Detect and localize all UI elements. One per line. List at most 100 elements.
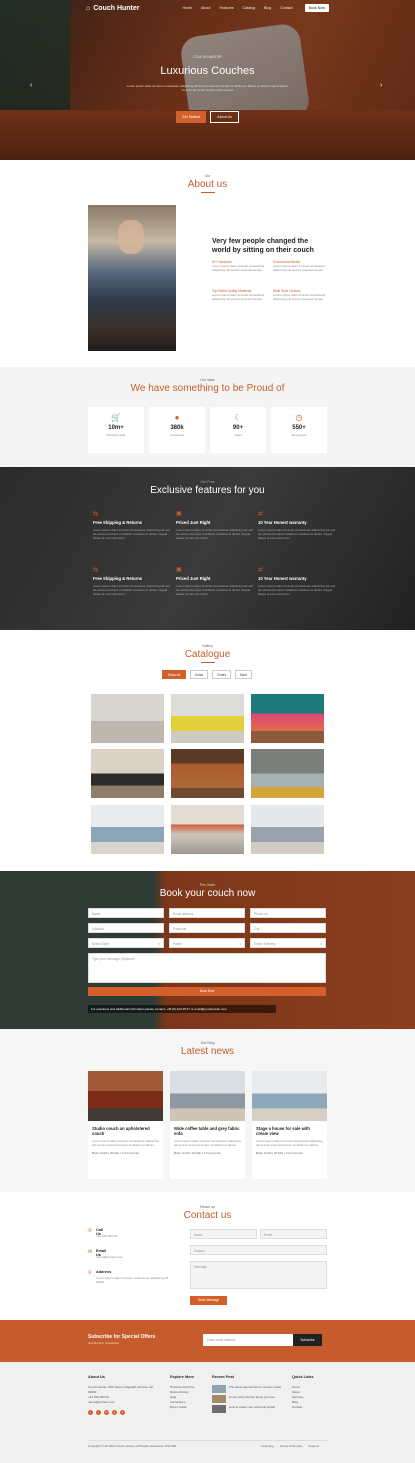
contact-email-field[interactable]: Email: [260, 1229, 327, 1239]
style-select[interactable]: Select Style ▾: [88, 938, 164, 948]
recent-post[interactable]: Home sofa interiors ideas you love: [229, 1395, 275, 1403]
booking-note: For questions and additional information…: [88, 1005, 276, 1013]
address-field[interactable]: Address: [88, 923, 164, 933]
city-field[interactable]: City: [250, 923, 326, 933]
about-item: DIY Hardware Lorem ipsum dolor sit amet c…: [212, 260, 265, 272]
next-arrow-icon[interactable]: ›: [380, 82, 382, 89]
tab-chairs[interactable]: Chairs: [212, 670, 231, 679]
mail-icon: ✉: [88, 1249, 93, 1255]
about-kicker: Our: [204, 174, 211, 178]
hero-kicker: COUCH HUNTER: [193, 55, 222, 59]
footer-link[interactable]: Contact: [292, 1405, 327, 1410]
message-textarea[interactable]: Type your message (Optional): [88, 953, 326, 983]
catalogue-image[interactable]: [171, 805, 244, 854]
email-field[interactable]: Email address: [169, 908, 245, 918]
stat-card: ◷ 550+ Employees: [271, 407, 327, 453]
subscribe-email-input[interactable]: Enter email address: [203, 1334, 293, 1346]
booking-kicker: Pre-Order: [199, 883, 216, 887]
feature-item: ⇆ Free Shipping & Returns Lorem ipsum dolo…: [93, 510, 173, 540]
stat-card: ☾ 90+ Years: [210, 407, 266, 453]
catalogue-image[interactable]: [251, 694, 324, 743]
hero-about-button[interactable]: About Us: [210, 111, 240, 123]
feature-item: ▣ Priced Just Right Lorem ipsum dolor sit …: [176, 510, 256, 540]
tab-show-all[interactable]: Show All: [162, 670, 186, 679]
nav-link-features[interactable]: Features: [219, 6, 233, 10]
slider-dots[interactable]: [198, 150, 218, 168]
stat-card: ● 380k Customers: [149, 407, 205, 453]
news-kicker: Our Blog: [200, 1041, 215, 1045]
book-now-button[interactable]: Book Now: [88, 987, 326, 996]
about-image: [88, 205, 176, 351]
navbar: ⌂ Couch Hunter Home About Features Catalo…: [0, 0, 415, 16]
twitter-icon[interactable]: t: [96, 1410, 101, 1415]
linkedin-icon[interactable]: in: [104, 1410, 109, 1415]
postcode-field[interactable]: Postcode: [169, 923, 245, 933]
dribbble-icon[interactable]: d: [120, 1410, 125, 1415]
tag-icon: ▣: [176, 567, 182, 573]
nav-link-about[interactable]: About: [201, 6, 210, 10]
facebook-icon[interactable]: f: [88, 1410, 93, 1415]
nav-link-home[interactable]: Home: [182, 6, 192, 10]
send-message-button[interactable]: Send Message: [190, 1296, 227, 1305]
subscribe-subtitle: Get Monthly Newsletter: [88, 1341, 120, 1345]
catalogue-title: Catalogue: [184, 649, 231, 660]
contact-name-field[interactable]: Name: [190, 1229, 257, 1239]
news-image: [88, 1071, 163, 1121]
subscribe-title: Subscribe for Special Offers: [88, 1334, 156, 1340]
recent-post[interactable]: The latest approaches to modern sofas: [229, 1385, 281, 1393]
news-image: [170, 1071, 245, 1121]
prev-arrow-icon[interactable]: ‹: [30, 82, 32, 89]
catalogue-image[interactable]: [171, 749, 244, 798]
nav-link-catalog[interactable]: Catalog: [243, 6, 255, 10]
footer-link-terms[interactable]: Terms of Service: [280, 1444, 302, 1448]
name-field[interactable]: Name: [88, 908, 164, 918]
swap-icon: ⇄: [258, 567, 264, 573]
tab-sofas[interactable]: Sofas: [190, 670, 208, 679]
feature-item: ⇄ 10 Year Honest warranty Lorem ipsum dolo…: [258, 566, 338, 596]
catalogue-image[interactable]: [91, 805, 164, 854]
booking-title: Book your couch now: [159, 888, 256, 899]
phone-field[interactable]: Phone no.: [250, 908, 326, 918]
contact-title: Contact us: [183, 1210, 232, 1221]
nav-cta-button[interactable]: Book Now: [304, 4, 329, 12]
footer-link-support[interactable]: Support: [308, 1444, 319, 1448]
catalogue-image[interactable]: [251, 805, 324, 854]
catalogue-kicker: Gallery: [201, 644, 214, 648]
truck-icon: ⇆: [93, 511, 99, 517]
nav-link-blog[interactable]: Blog: [264, 6, 271, 10]
phone-icon: ✆: [88, 1228, 93, 1234]
catalogue-image[interactable]: [91, 694, 164, 743]
footer-about: About Us Couch Hunter, 25th Street, Flag…: [88, 1375, 154, 1415]
about-title: About us: [187, 179, 228, 190]
proud-kicker: Our stats: [200, 378, 215, 382]
chevron-down-icon: ▾: [239, 942, 241, 946]
contact-message-field[interactable]: Message: [190, 1261, 327, 1289]
about-item: Wide Style Choices Lorem ipsum dolor sit …: [273, 289, 326, 301]
nav-link-contact[interactable]: Contact: [280, 6, 292, 10]
tag-icon: ▣: [176, 511, 182, 517]
features-kicker: Our Pros: [200, 480, 215, 484]
footer-explore: Explore More Products Sold Out Refund Po…: [170, 1375, 208, 1410]
contact-subject-field[interactable]: Subject: [190, 1245, 327, 1255]
news-card[interactable]: Studio couch an upholstered couch Lorem i…: [88, 1071, 163, 1179]
footer-link[interactable]: Buyer Guide: [170, 1405, 208, 1410]
hero-text: Lorem ipsum dolor sit amet consectetur a…: [126, 84, 289, 92]
news-title: Latest news: [180, 1046, 235, 1057]
clock-icon: ◷: [295, 413, 303, 422]
tab-more[interactable]: More: [235, 670, 252, 679]
hero-get-started-button[interactable]: Get Started: [175, 111, 207, 123]
recent-post[interactable]: How to make your sofa look stylish: [229, 1405, 275, 1413]
catalogue-image[interactable]: [91, 749, 164, 798]
subscribe-button[interactable]: Subscribe: [293, 1334, 322, 1346]
github-icon[interactable]: g: [112, 1410, 117, 1415]
fabric-select[interactable]: Fabric ▾: [169, 938, 245, 948]
news-card[interactable]: Wide coffee table and grey fabric sofa Lo…: [170, 1071, 245, 1179]
footer-link-licensing[interactable]: Licensing: [261, 1444, 274, 1448]
catalogue-image[interactable]: [251, 749, 324, 798]
site-logo[interactable]: ⌂ Couch Hunter: [86, 5, 140, 12]
catalogue-image[interactable]: [171, 694, 244, 743]
delivery-select[interactable]: Select Delivery ▾: [250, 938, 326, 948]
news-card[interactable]: Stage a house for sale with cream view Lo…: [252, 1071, 327, 1179]
pin-icon: ⚲: [88, 1270, 92, 1276]
copyright: Copyright © All 2022 Couch Hunter. All R…: [88, 1444, 176, 1448]
